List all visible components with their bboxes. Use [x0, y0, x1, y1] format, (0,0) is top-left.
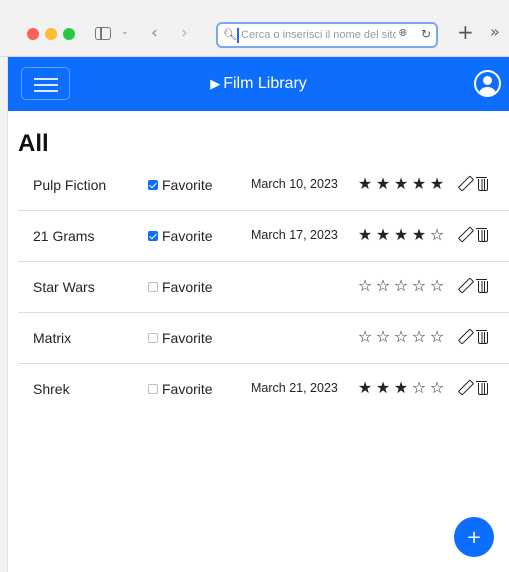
film-title: Star Wars: [33, 279, 95, 295]
star-empty-icon[interactable]: ☆: [428, 276, 446, 295]
trash-icon[interactable]: [476, 330, 488, 344]
favorite-checkbox[interactable]: Favorite: [148, 381, 213, 397]
favorite-checkbox[interactable]: Favorite: [148, 330, 213, 346]
pencil-icon[interactable]: [458, 175, 472, 191]
film-title: Matrix: [33, 330, 72, 346]
star-filled-icon[interactable]: ★: [356, 378, 374, 397]
filter-title: All: [18, 130, 49, 157]
app-navbar: ▶ Film Library: [8, 57, 509, 111]
checkbox-box[interactable]: [148, 333, 158, 343]
film-row: Pulp Fiction Favorite March 10, 2023 ★ ★ ★…: [18, 160, 509, 211]
favorite-label: Favorite: [162, 330, 213, 346]
film-row: Star Wars Favorite ☆ ☆ ☆ ☆ ☆: [18, 262, 509, 313]
star-filled-icon[interactable]: ★: [428, 174, 446, 193]
star-empty-icon[interactable]: ☆: [392, 276, 410, 295]
star-filled-icon[interactable]: ★: [392, 174, 410, 193]
search-icon: 🔍︎: [223, 29, 237, 41]
address-bar[interactable]: 🔍︎ Cerca o inserisci il nome del sito we…: [216, 22, 438, 48]
row-actions: [458, 226, 488, 242]
rating-stars: ☆ ☆ ☆ ☆ ☆: [356, 327, 446, 346]
star-filled-icon[interactable]: ★: [356, 174, 374, 193]
checkbox-box[interactable]: [148, 282, 158, 292]
pencil-icon[interactable]: [458, 328, 472, 344]
checkbox-box[interactable]: [148, 384, 158, 394]
film-list: Pulp Fiction Favorite March 10, 2023 ★ ★ ★…: [18, 160, 509, 415]
row-actions: [458, 379, 488, 395]
star-empty-icon[interactable]: ☆: [410, 327, 428, 346]
chevron-down-icon[interactable]: ⌄: [121, 27, 129, 37]
star-filled-icon[interactable]: ★: [374, 378, 392, 397]
star-filled-icon[interactable]: ★: [392, 378, 410, 397]
star-empty-icon[interactable]: ☆: [392, 327, 410, 346]
favorite-checkbox[interactable]: Favorite: [148, 228, 213, 244]
rating-stars: ★ ★ ★ ☆ ☆: [356, 378, 446, 397]
star-empty-icon[interactable]: ☆: [356, 276, 374, 295]
trash-icon[interactable]: [476, 279, 488, 293]
new-tab-button[interactable]: +: [457, 20, 474, 44]
row-actions: [458, 277, 488, 293]
browser-toolbar: ⌄ ‹ › 🔍︎ Cerca o inserisci il nome del s…: [0, 0, 509, 57]
star-empty-icon[interactable]: ☆: [410, 276, 428, 295]
favorite-label: Favorite: [162, 228, 213, 244]
close-window-button[interactable]: [27, 28, 39, 40]
favorite-checkbox[interactable]: Favorite: [148, 177, 213, 193]
pencil-icon[interactable]: [458, 226, 472, 242]
star-empty-icon[interactable]: ☆: [428, 225, 446, 244]
address-placeholder: Cerca o inserisci il nome del sito web: [241, 29, 396, 41]
checkbox-box[interactable]: [148, 180, 158, 190]
film-title: 21 Grams: [33, 228, 95, 244]
trash-icon[interactable]: [476, 381, 488, 395]
brand[interactable]: ▶ Film Library: [8, 57, 509, 111]
star-filled-icon[interactable]: ★: [374, 225, 392, 244]
star-filled-icon[interactable]: ★: [392, 225, 410, 244]
user-avatar-icon[interactable]: [474, 70, 501, 97]
back-button[interactable]: ‹: [151, 23, 158, 43]
watch-date: March 21, 2023: [251, 381, 338, 395]
favorite-label: Favorite: [162, 279, 213, 295]
watch-date: March 10, 2023: [251, 177, 338, 191]
trash-icon[interactable]: [476, 177, 488, 191]
row-actions: [458, 175, 488, 191]
star-empty-icon[interactable]: ☆: [356, 327, 374, 346]
text-caret: [237, 28, 239, 43]
star-empty-icon[interactable]: ☆: [428, 378, 446, 397]
translate-icon[interactable]: 🌐︎: [399, 28, 407, 39]
star-filled-icon[interactable]: ★: [410, 174, 428, 193]
star-empty-icon[interactable]: ☆: [428, 327, 446, 346]
zoom-window-button[interactable]: [63, 28, 75, 40]
forward-button[interactable]: ›: [181, 23, 188, 43]
watch-date: March 17, 2023: [251, 228, 338, 242]
film-icon: ▶: [210, 76, 221, 91]
film-row: 21 Grams Favorite March 17, 2023 ★ ★ ★ ★ ☆: [18, 211, 509, 262]
star-filled-icon[interactable]: ★: [356, 225, 374, 244]
film-row: Matrix Favorite ☆ ☆ ☆ ☆ ☆: [18, 313, 509, 364]
add-film-button[interactable]: +: [454, 517, 494, 557]
rating-stars: ★ ★ ★ ★ ★: [356, 174, 446, 193]
film-title: Shrek: [33, 381, 70, 397]
minimize-window-button[interactable]: [45, 28, 57, 40]
pencil-icon[interactable]: [458, 277, 472, 293]
checkbox-box[interactable]: [148, 231, 158, 241]
star-empty-icon[interactable]: ☆: [410, 378, 428, 397]
window-edge: [0, 57, 8, 572]
film-row: Shrek Favorite March 21, 2023 ★ ★ ★ ☆ ☆: [18, 364, 509, 415]
star-filled-icon[interactable]: ★: [410, 225, 428, 244]
tab-overflow-button[interactable]: »: [490, 22, 500, 41]
favorite-label: Favorite: [162, 381, 213, 397]
film-title: Pulp Fiction: [33, 177, 107, 193]
pencil-icon[interactable]: [458, 379, 472, 395]
reload-icon[interactable]: ↻: [421, 27, 431, 41]
star-empty-icon[interactable]: ☆: [374, 327, 392, 346]
sidebar-toggle-icon[interactable]: [95, 27, 111, 40]
rating-stars: ☆ ☆ ☆ ☆ ☆: [356, 276, 446, 295]
star-filled-icon[interactable]: ★: [374, 174, 392, 193]
row-actions: [458, 328, 488, 344]
rating-stars: ★ ★ ★ ★ ☆: [356, 225, 446, 244]
trash-icon[interactable]: [476, 228, 488, 242]
favorite-checkbox[interactable]: Favorite: [148, 279, 213, 295]
favorite-label: Favorite: [162, 177, 213, 193]
star-empty-icon[interactable]: ☆: [374, 276, 392, 295]
brand-title: Film Library: [223, 75, 307, 92]
